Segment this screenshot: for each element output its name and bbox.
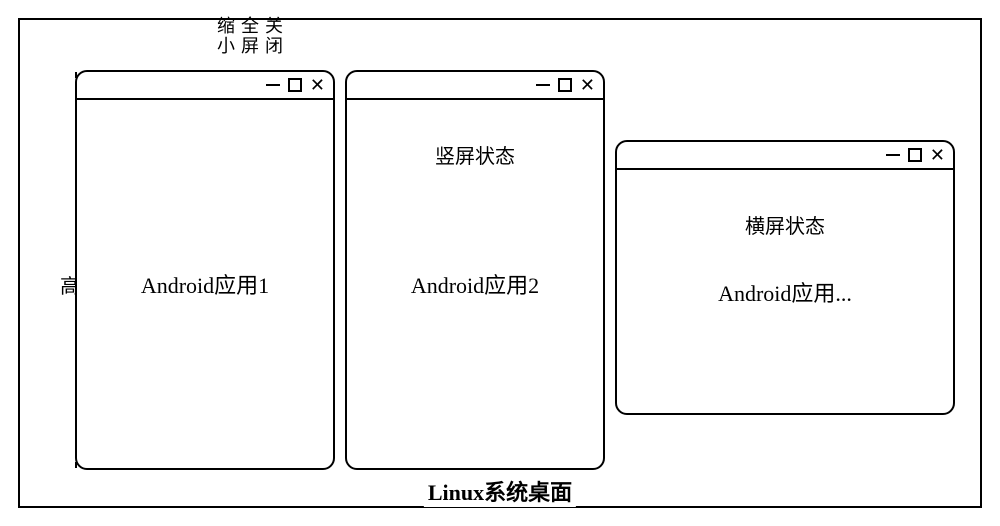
close-icon[interactable]: ✕ [930,146,945,164]
close-icon[interactable]: ✕ [310,76,325,94]
titlebar-2: ✕ [347,72,603,100]
minimize-label: 缩 小 [215,17,237,57]
minimize-char2: 小 [217,37,235,57]
app-window-1: ✕ Android应用1 [75,70,335,470]
orientation-label-3: 横屏状态 [745,210,825,239]
app-body-1: Android应用1 [77,100,333,468]
close-label: 关 闭 [263,17,285,57]
orientation-label-2: 竖屏状态 [435,140,515,169]
app-body-2: 竖屏状态 Android应用2 [347,100,603,468]
minimize-icon[interactable] [266,84,280,86]
maximize-icon[interactable] [558,78,572,92]
fullscreen-label: 全 屏 [239,17,261,57]
fullscreen-char1: 全 [241,17,259,37]
titlebar-button-labels: 缩 小 全 屏 关 闭 [215,17,285,57]
close-icon[interactable]: ✕ [580,76,595,94]
app-name-1: Android应用1 [141,268,269,300]
titlebar-1: ✕ [77,72,333,100]
close-char1: 关 [265,17,283,37]
app-name-2: Android应用2 [411,268,539,300]
app-window-2: ✕ 竖屏状态 Android应用2 [345,70,605,470]
maximize-icon[interactable] [908,148,922,162]
app-name-3: Android应用... [718,276,852,308]
maximize-icon[interactable] [288,78,302,92]
close-char2: 闭 [265,37,283,57]
app-body-3: 横屏状态 Android应用... [617,170,953,413]
minimize-icon[interactable] [886,154,900,156]
minimize-char: 缩 [217,17,235,37]
desktop-label: Linux系统桌面 [424,475,576,507]
titlebar-3: ✕ [617,142,953,170]
fullscreen-char2: 屏 [241,37,259,57]
desktop-frame: 缩 小 全 屏 关 闭 高 ✕ Android应用1 ✕ 竖屏状 [18,18,982,508]
app-window-3: ✕ 横屏状态 Android应用... [615,140,955,415]
minimize-icon[interactable] [536,84,550,86]
